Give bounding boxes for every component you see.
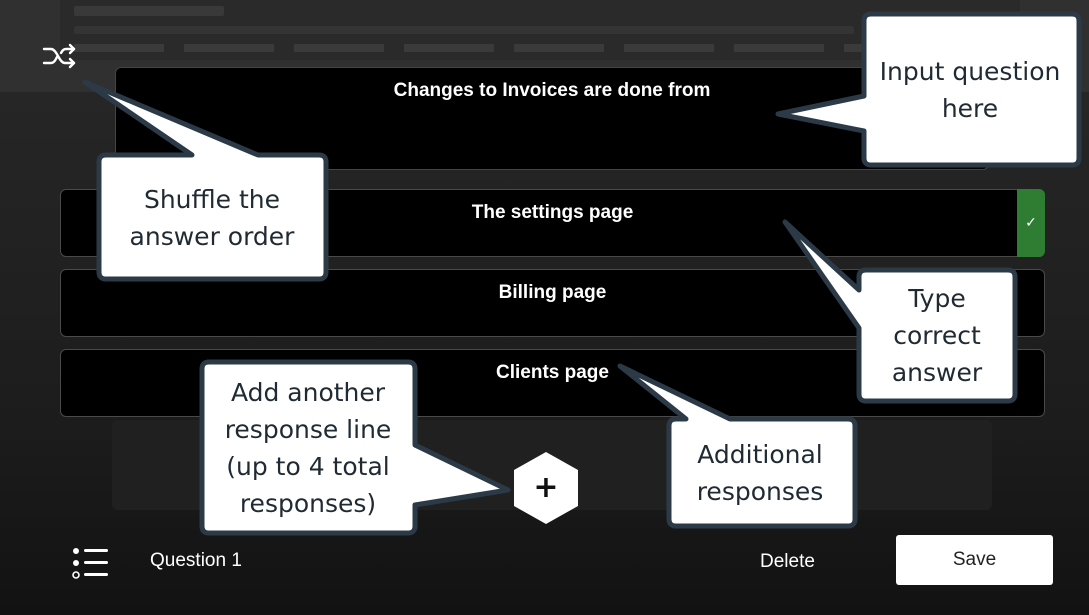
question-input[interactable]: Changes to Invoices are done from [115, 67, 989, 170]
list-icon[interactable] [70, 543, 112, 583]
callout-shuffle-text: Shuffle the answer order [129, 185, 295, 251]
shuffle-icon[interactable] [40, 40, 80, 72]
question-text: Changes to Invoices are done from [393, 80, 711, 101]
plus-icon: + [533, 470, 558, 505]
save-button[interactable]: Save [896, 535, 1053, 585]
add-response-button[interactable]: + [510, 450, 582, 526]
callout-type-correct-text: Type correct answer [891, 283, 983, 387]
callout-additional-text: Additional responses [696, 440, 824, 506]
correct-answer-marker[interactable]: ✓ [1017, 189, 1045, 257]
check-icon: ✓ [1025, 215, 1037, 231]
question-number-label: Question 1 [150, 550, 242, 571]
callout-input-question-text: Input question here [879, 57, 1061, 123]
delete-button[interactable]: Delete [760, 551, 815, 573]
callout-add-response-text: Add another response line (up to 4 total… [224, 378, 392, 518]
